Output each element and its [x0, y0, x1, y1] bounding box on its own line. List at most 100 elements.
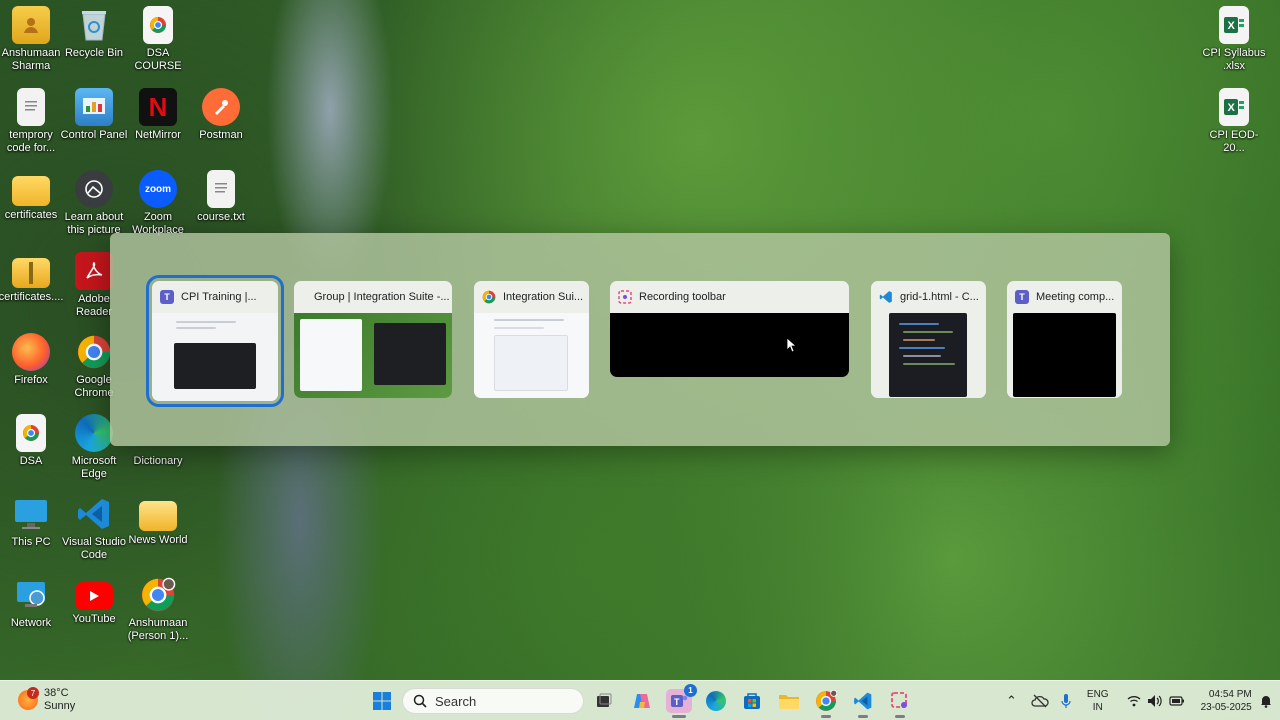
chrome-profile-icon: [139, 576, 177, 614]
desktop-icon-zoom[interactable]: zoom Zoom Workplace: [124, 170, 192, 237]
search-icon: [413, 694, 427, 708]
cloud-offline-icon[interactable]: [1031, 694, 1049, 708]
desktop-icon-network[interactable]: Network: [0, 576, 65, 630]
desktop-icon-youtube[interactable]: YouTube: [60, 576, 128, 626]
switcher-window-recording-toolbar[interactable]: Recording toolbar: [610, 281, 849, 377]
desktop-icon-cpi-eod[interactable]: X CPI EOD-20...: [1200, 88, 1268, 155]
switcher-window-integration-suite-chrome[interactable]: Integration Sui...: [474, 281, 589, 398]
desktop-icon-control-panel[interactable]: Control Panel: [60, 88, 128, 142]
excel-icon: X: [1219, 88, 1249, 126]
notification-badge: 7: [27, 687, 39, 699]
battery-icon[interactable]: [1168, 696, 1185, 706]
volume-icon[interactable]: [1147, 694, 1163, 708]
desktop-icon-firefox[interactable]: Firefox: [0, 333, 65, 387]
taskbar-teams[interactable]: T 1: [666, 684, 697, 713]
window-thumbnail: [610, 313, 849, 377]
postman-icon: [202, 88, 240, 126]
taskbar-store[interactable]: [740, 689, 764, 713]
adobe-icon: [75, 252, 113, 290]
snipping-tool-icon: [618, 290, 632, 304]
window-thumbnail: [871, 313, 986, 398]
switcher-window-grid-html-vscode[interactable]: grid-1.html - C...: [871, 281, 986, 398]
switcher-window-title: grid-1.html - C...: [900, 291, 979, 303]
desktop-icon-dsa[interactable]: DSA: [0, 414, 65, 468]
desktop-icon-certificates-zip[interactable]: certificates....: [0, 252, 65, 304]
taskbar-search[interactable]: Search: [402, 688, 584, 714]
wifi-icon[interactable]: [1127, 695, 1141, 707]
search-placeholder: Search: [435, 693, 477, 709]
switcher-window-header: grid-1.html - C...: [871, 281, 986, 313]
switcher-window-title: Recording toolbar: [639, 291, 726, 303]
svg-text:X: X: [1228, 20, 1236, 32]
snipping-tool-icon: [891, 692, 907, 708]
desktop-icon-postman[interactable]: Postman: [187, 88, 255, 142]
chrome-doc-icon: [143, 6, 173, 44]
control-panel-icon: [75, 88, 113, 126]
user-folder-icon: [12, 6, 50, 44]
weather-condition: Sunny: [44, 700, 76, 712]
desktop-icon-this-pc[interactable]: This PC: [0, 495, 65, 549]
svg-text:X: X: [1228, 102, 1236, 114]
zip-folder-icon: [12, 258, 50, 288]
chevron-up-icon[interactable]: ⌃: [1006, 693, 1017, 709]
language-indicator[interactable]: ENG IN: [1087, 688, 1109, 714]
desktop-icon-course-txt[interactable]: course.txt: [187, 170, 255, 224]
chrome-doc-icon: [16, 414, 46, 452]
edge-icon: [75, 414, 113, 452]
taskbar-vscode[interactable]: [851, 689, 875, 713]
window-thumbnail: [1007, 313, 1122, 398]
desktop-icon-recycle-bin[interactable]: Recycle Bin: [60, 6, 128, 60]
snipping-active-indicator: [895, 715, 905, 718]
window-thumbnail: [152, 313, 278, 401]
taskbar-snipping-tool[interactable]: [888, 689, 912, 713]
system-tray: ⌃ ENG IN 04:54 PM 23-05-2025: [1006, 681, 1272, 720]
switcher-window-title: CPI Training |...: [181, 291, 257, 303]
recycle-bin-icon: [75, 6, 113, 44]
microphone-icon[interactable]: [1061, 693, 1071, 709]
desktop-icon-dsa-course[interactable]: DSA COURSE: [124, 6, 192, 73]
switcher-window-title: Meeting comp...: [1036, 291, 1115, 303]
desktop-icon-anshumaan-person1[interactable]: Anshumaan (Person 1)...: [124, 576, 192, 643]
teams-icon: T: [160, 290, 174, 304]
taskbar-file-explorer[interactable]: [777, 689, 801, 713]
mouse-cursor-icon: [786, 337, 796, 353]
notification-bell-icon[interactable]: [1260, 694, 1272, 708]
teams-active-indicator: [672, 715, 686, 718]
switcher-window-meeting-compact[interactable]: T Meeting comp...: [1007, 281, 1122, 398]
folder-icon: [779, 695, 799, 709]
text-file-icon: [207, 170, 235, 208]
taskbar-clock[interactable]: 04:54 PM 23-05-2025: [1201, 688, 1252, 714]
switcher-window-header: Integration Sui...: [474, 281, 589, 313]
taskbar: 7 38°C Sunny Search T 1 ⌃ ENG IN 04:54 P…: [0, 680, 1280, 720]
weather-widget[interactable]: 7 38°C Sunny: [18, 687, 75, 713]
youtube-icon: [75, 582, 113, 610]
desktop-icon-certificates[interactable]: certificates: [0, 170, 65, 222]
windows-logo-icon: [373, 692, 391, 710]
desktop-icon-anshumaan-sharma[interactable]: Anshumaan Sharma: [0, 6, 65, 73]
excel-icon: X: [1219, 6, 1249, 44]
sun-icon: 7: [18, 687, 39, 710]
switcher-window-header: T CPI Training |...: [152, 281, 278, 313]
switcher-window-cpi-training[interactable]: T CPI Training |...: [146, 275, 284, 407]
start-button[interactable]: [370, 689, 394, 713]
svg-text:T: T: [674, 697, 680, 707]
desktop-icon-temprory-code[interactable]: temprory code for...: [0, 88, 65, 155]
switcher-window-group-integration-suite[interactable]: Group | Integration Suite -...: [294, 281, 452, 398]
desktop-icon-cpi-syllabus[interactable]: X CPI Syllabus .xlsx: [1200, 6, 1268, 73]
task-view-button[interactable]: [592, 689, 616, 713]
clock-time: 04:54 PM: [1208, 689, 1252, 700]
taskbar-chrome[interactable]: [814, 689, 838, 713]
copilot-button[interactable]: [630, 689, 654, 713]
netmirror-icon: N: [139, 88, 177, 126]
desktop-icon-netmirror[interactable]: N NetMirror: [124, 88, 192, 142]
desktop-icon-learn-about-picture[interactable]: Learn about this picture: [60, 170, 128, 237]
chrome-icon: [816, 690, 837, 711]
desktop-icon-news-world[interactable]: News World: [124, 495, 192, 547]
network-icon: [12, 576, 50, 614]
desktop-icon-vscode[interactable]: Visual Studio Code: [60, 495, 128, 562]
chrome-icon: [75, 333, 113, 371]
task-view-icon: [597, 693, 612, 707]
window-thumbnail: [474, 313, 589, 398]
taskbar-edge[interactable]: [704, 689, 728, 713]
vscode-icon: [75, 495, 113, 533]
